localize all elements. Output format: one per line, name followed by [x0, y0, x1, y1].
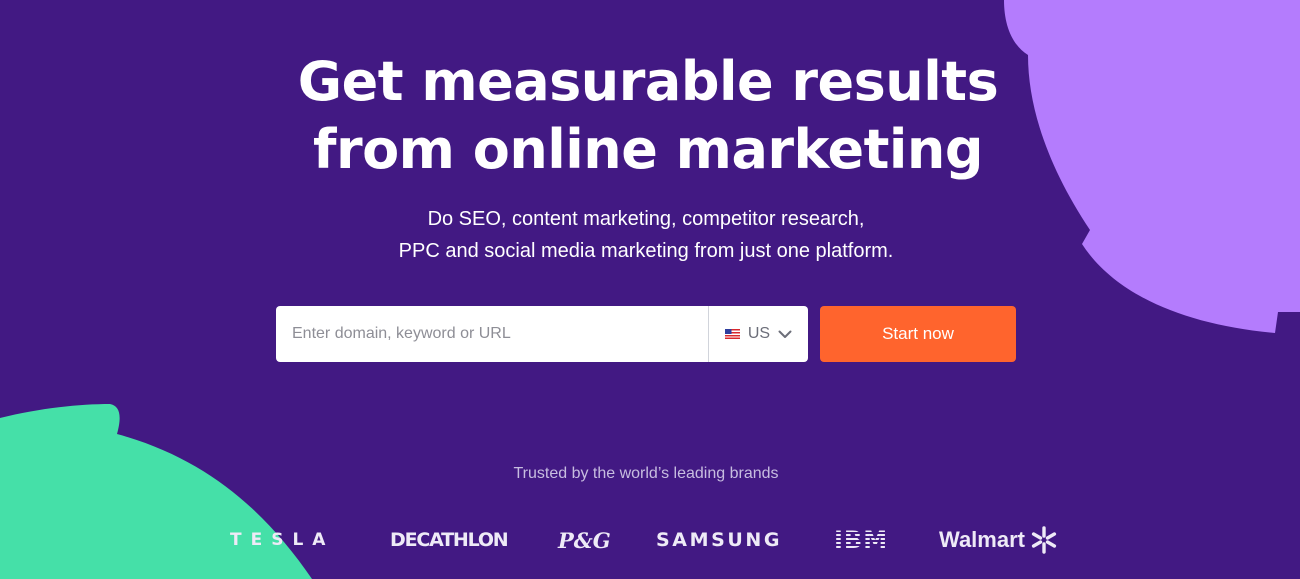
- walmart-logo: Walmart: [939, 526, 1057, 554]
- database-select[interactable]: US: [708, 306, 808, 362]
- trusted-by-label: Trusted by the world’s leading brands: [513, 465, 779, 482]
- chevron-down-icon: [778, 330, 792, 338]
- database-label: US: [747, 325, 771, 342]
- pg-logo: P&G: [558, 527, 611, 553]
- headline-line-2: from online marketing: [312, 118, 984, 181]
- samsung-logo: SAMSUNG: [656, 529, 783, 551]
- hero-section: Get measurable results from online marke…: [0, 0, 1300, 579]
- walmart-logo-text: Walmart: [939, 527, 1025, 552]
- walmart-spark-icon: [1031, 526, 1057, 554]
- subtitle: Do SEO, content marketing, competitor re…: [0, 203, 1292, 267]
- search-form: US: [276, 306, 808, 362]
- decathlon-logo: DECATHLON: [390, 529, 509, 551]
- us-flag-icon: [724, 329, 740, 339]
- start-now-button[interactable]: Start now: [820, 306, 1016, 362]
- headline: Get measurable results from online marke…: [0, 48, 1296, 184]
- subtitle-line-2: PPC and social media marketing from just…: [398, 240, 894, 262]
- ibm-logo: IBM: [834, 526, 889, 554]
- subtitle-line-1: Do SEO, content marketing, competitor re…: [427, 208, 865, 230]
- search-input[interactable]: [276, 306, 708, 362]
- tesla-logo: TESLA: [230, 530, 335, 550]
- headline-line-1: Get measurable results: [297, 50, 999, 113]
